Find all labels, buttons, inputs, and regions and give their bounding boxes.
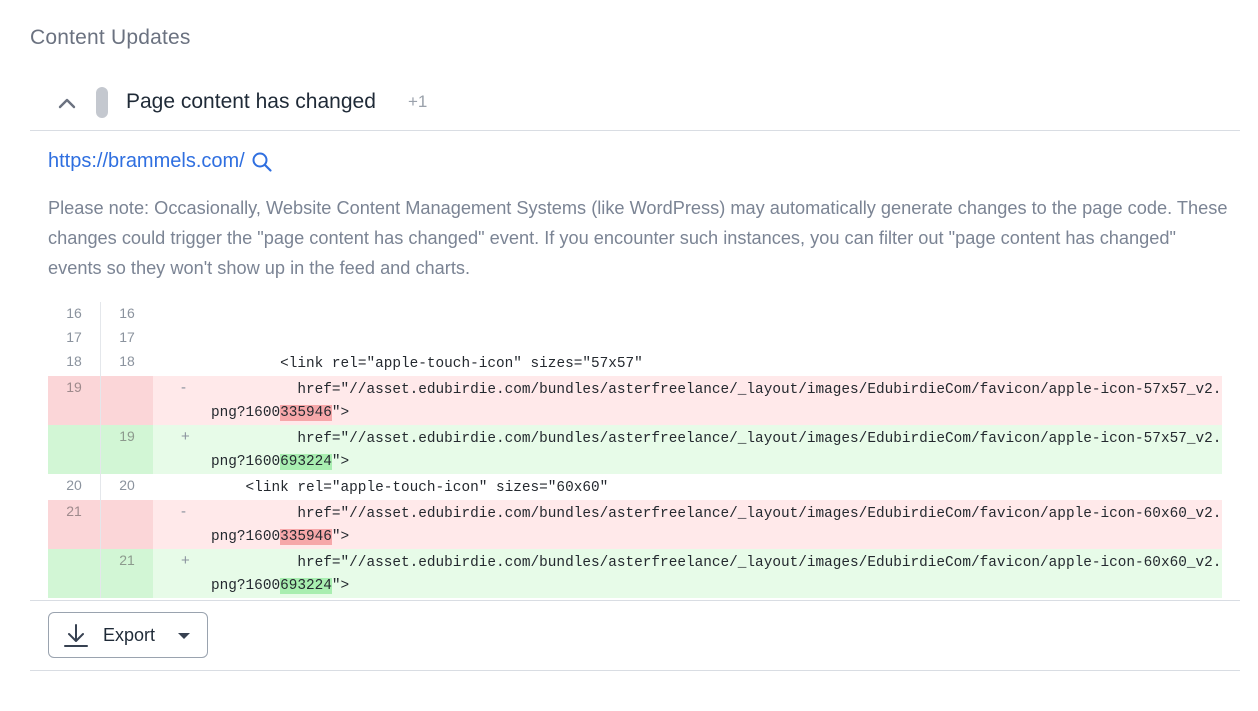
changed-token: 693224 [280, 454, 332, 470]
left-line-number [48, 425, 101, 474]
code-text: href="//asset.edubirdie.com/bundles/aste… [211, 382, 1222, 421]
diff-marker [153, 326, 207, 350]
left-line-number: 19 [48, 376, 101, 425]
diff-code: <link rel="apple-touch-icon" sizes="57x5… [211, 356, 643, 372]
right-line-number: 16 [119, 305, 135, 321]
url-row: https://brammels.com/ [48, 150, 273, 173]
diff-row: 18 18 <link rel="apple-touch-icon" sizes… [48, 350, 1222, 376]
download-icon [64, 624, 88, 647]
code-text: "> [331, 454, 350, 470]
diff-code: href="//asset.edubirdie.com/bundles/aste… [207, 425, 1222, 474]
left-line-number [48, 549, 101, 598]
info-note: Please note: Occasionally, Website Conte… [48, 198, 1228, 278]
left-line-number: 20 [48, 474, 101, 500]
right-line-number [101, 376, 153, 425]
diff-marker [153, 350, 207, 376]
page-url-link[interactable]: https://brammels.com/ [48, 150, 245, 173]
right-line-number: 20 [119, 477, 135, 493]
diff-marker [153, 474, 207, 500]
chevron-up-icon [58, 98, 76, 109]
changed-token: 693224 [280, 578, 332, 594]
diff-code: href="//asset.edubirdie.com/bundles/aste… [207, 376, 1222, 425]
diff-marker [153, 302, 207, 326]
export-button[interactable]: Export [48, 612, 208, 658]
code-text: href="//asset.edubirdie.com/bundles/aste… [211, 431, 1222, 470]
right-line-number: 17 [119, 329, 135, 345]
left-line-number: 21 [48, 500, 101, 549]
code-text: "> [331, 405, 350, 421]
diff-marker: + [181, 552, 190, 569]
code-text: href="//asset.edubirdie.com/bundles/aste… [211, 555, 1222, 594]
right-line-number: 18 [119, 353, 135, 369]
right-line-number: 19 [101, 425, 153, 474]
event-count-badge[interactable]: +1 [408, 92, 427, 112]
diff-marker: - [181, 379, 186, 396]
caret-down-icon [178, 633, 190, 639]
left-line-number: 17 [48, 326, 101, 350]
code-text: href="//asset.edubirdie.com/bundles/aste… [211, 506, 1222, 545]
diff-row-deleted: 19 - href="//asset.edubirdie.com/bundles… [48, 376, 1222, 425]
diff-code: href="//asset.edubirdie.com/bundles/aste… [207, 500, 1222, 549]
code-diff: 16 16 17 17 18 18 <link rel="apple-touch… [48, 302, 1222, 598]
export-label: Export [103, 625, 156, 645]
right-line-number [101, 500, 153, 549]
code-text: "> [331, 578, 350, 594]
diff-row-deleted: 21 - href="//asset.edubirdie.com/bundles… [48, 500, 1222, 549]
diff-code: href="//asset.edubirdie.com/bundles/aste… [207, 549, 1222, 598]
section-title: Content Updates [30, 26, 191, 49]
diff-row-added: 19 + href="//asset.edubirdie.com/bundles… [48, 425, 1222, 474]
divider [30, 670, 1240, 671]
code-text: "> [331, 529, 350, 545]
left-line-number: 18 [48, 350, 101, 376]
diff-code [207, 302, 1222, 326]
diff-row: 16 16 [48, 302, 1222, 326]
diff-row-added: 21 + href="//asset.edubirdie.com/bundles… [48, 549, 1222, 598]
status-indicator [96, 87, 108, 118]
divider [30, 600, 1240, 601]
diff-marker: - [181, 503, 186, 520]
event-title: Page content has changed [126, 90, 376, 113]
event-header: Page content has changed +1 [30, 74, 1240, 131]
changed-token: 335946 [280, 529, 332, 545]
diff-code [207, 326, 1222, 350]
search-icon[interactable] [251, 151, 273, 173]
right-line-number: 21 [101, 549, 153, 598]
diff-row: 17 17 [48, 326, 1222, 350]
diff-row: 20 20 <link rel="apple-touch-icon" sizes… [48, 474, 1222, 500]
left-line-number: 16 [48, 302, 101, 326]
diff-code: <link rel="apple-touch-icon" sizes="60x6… [211, 480, 609, 496]
diff-marker: + [181, 428, 190, 445]
changed-token: 335946 [280, 405, 332, 421]
collapse-button[interactable] [52, 88, 82, 118]
